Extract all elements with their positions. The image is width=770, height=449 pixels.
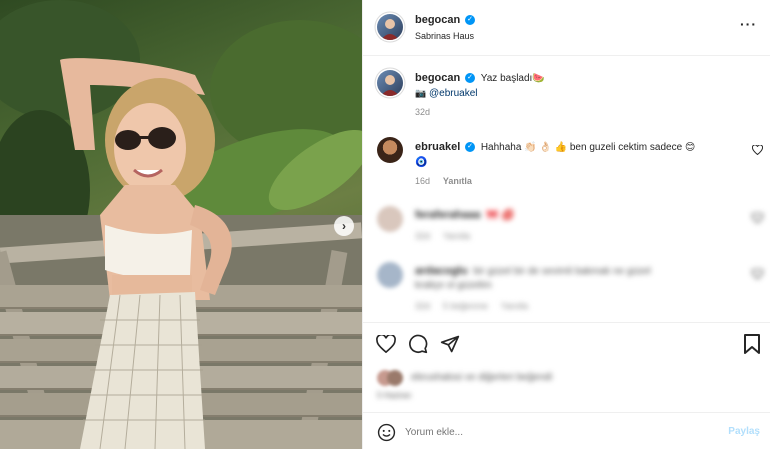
comment-text: bir güzel bir de sevimli bakmak ne güzel	[473, 266, 651, 277]
comment-input[interactable]	[405, 423, 695, 441]
comment-meta: 32d Yanıtla	[415, 231, 470, 242]
divider	[363, 412, 770, 413]
post-header: begocan ✓ Sabrinas Haus ···	[363, 0, 770, 56]
nazar-icon: 🧿	[415, 157, 428, 168]
photo-illustration	[0, 0, 362, 449]
heart-icon[interactable]	[751, 144, 763, 156]
comment-time: 32d	[415, 301, 431, 311]
reply-button[interactable]: Yanıtla	[501, 301, 528, 311]
comment-text-continued: kraliçe ol güzelim	[415, 280, 492, 291]
header-username[interactable]: begocan	[415, 14, 460, 26]
caption-time: 32d	[415, 107, 431, 117]
comment-likes[interactable]: 5 beğenme	[443, 301, 488, 311]
post-details-panel: begocan ✓ Sabrinas Haus ··· begocan ✓ Ya…	[362, 0, 770, 449]
comment-icon[interactable]	[407, 333, 429, 355]
avatar[interactable]	[377, 14, 403, 40]
comment-meta: 32d 5 beğenme Yanıtla	[415, 301, 528, 312]
divider	[363, 322, 770, 323]
verified-badge-icon: ✓	[465, 15, 476, 26]
verified-badge-icon: ✓	[465, 142, 476, 153]
more-options-icon[interactable]: ···	[740, 16, 757, 32]
comment-time: 32d	[415, 231, 431, 241]
heart-icon[interactable]	[375, 333, 397, 355]
reply-button[interactable]: Yanıtla	[443, 176, 472, 186]
bookmark-icon[interactable]	[741, 333, 763, 355]
heart-icon[interactable]	[751, 268, 763, 280]
caption: begocan ✓ Yaz başladı🍉 📷 @ebruakel	[415, 71, 745, 101]
liker-avatar[interactable]	[387, 370, 403, 386]
comment-username[interactable]: ardacoglu	[415, 265, 468, 277]
camera-icon: 📷	[415, 88, 427, 98]
comment-item: ardacoglu bir güzel bir de sevimli bakma…	[415, 264, 735, 293]
comment-username[interactable]: ebruakel	[415, 141, 460, 153]
caption-text: Yaz başladı🍉	[480, 73, 545, 84]
comment-item: ebruakel ✓ Hahhaha 👏🏻 👌🏻 👍 ben guzeli ce…	[415, 140, 715, 170]
comment-avatar[interactable]	[377, 137, 403, 163]
likes-summary[interactable]: ebrushalosi ve diğerleri beğendi	[411, 372, 552, 383]
location-link[interactable]: Sabrinas Haus	[415, 31, 474, 41]
chevron-right-icon: ›	[342, 219, 346, 233]
caption-username[interactable]: begocan	[415, 72, 460, 84]
smiley-icon[interactable]	[375, 421, 397, 443]
comment-avatar[interactable]	[377, 206, 403, 232]
post-modal: › begocan ✓ Sabrinas Haus ··· begocan ✓ …	[0, 0, 770, 449]
comment-text: 🎀 💋	[486, 210, 514, 221]
heart-icon[interactable]	[751, 212, 763, 224]
comment-meta: 16d Yanıtla	[415, 176, 472, 187]
comment-time: 16d	[415, 176, 431, 186]
comment-username[interactable]: feraferahaaa	[415, 209, 480, 221]
reply-button[interactable]: Yanıtla	[443, 231, 470, 241]
paper-plane-icon[interactable]	[439, 333, 461, 355]
comment-text: Hahhaha 👏🏻 👌🏻 👍 ben guzeli cektim sadece…	[480, 142, 696, 153]
verified-badge-icon: ✓	[465, 73, 476, 84]
mention-link[interactable]: @ebruakel	[429, 88, 478, 99]
comment-item: feraferahaaa 🎀 💋	[415, 208, 514, 223]
comment-avatar[interactable]	[377, 262, 403, 288]
next-photo-button[interactable]: ›	[334, 216, 354, 236]
post-comment-button[interactable]: Paylaş	[728, 426, 760, 437]
caption-avatar[interactable]	[377, 70, 403, 96]
post-date: 5 Haziran	[377, 391, 412, 400]
post-photo: ›	[0, 0, 362, 449]
